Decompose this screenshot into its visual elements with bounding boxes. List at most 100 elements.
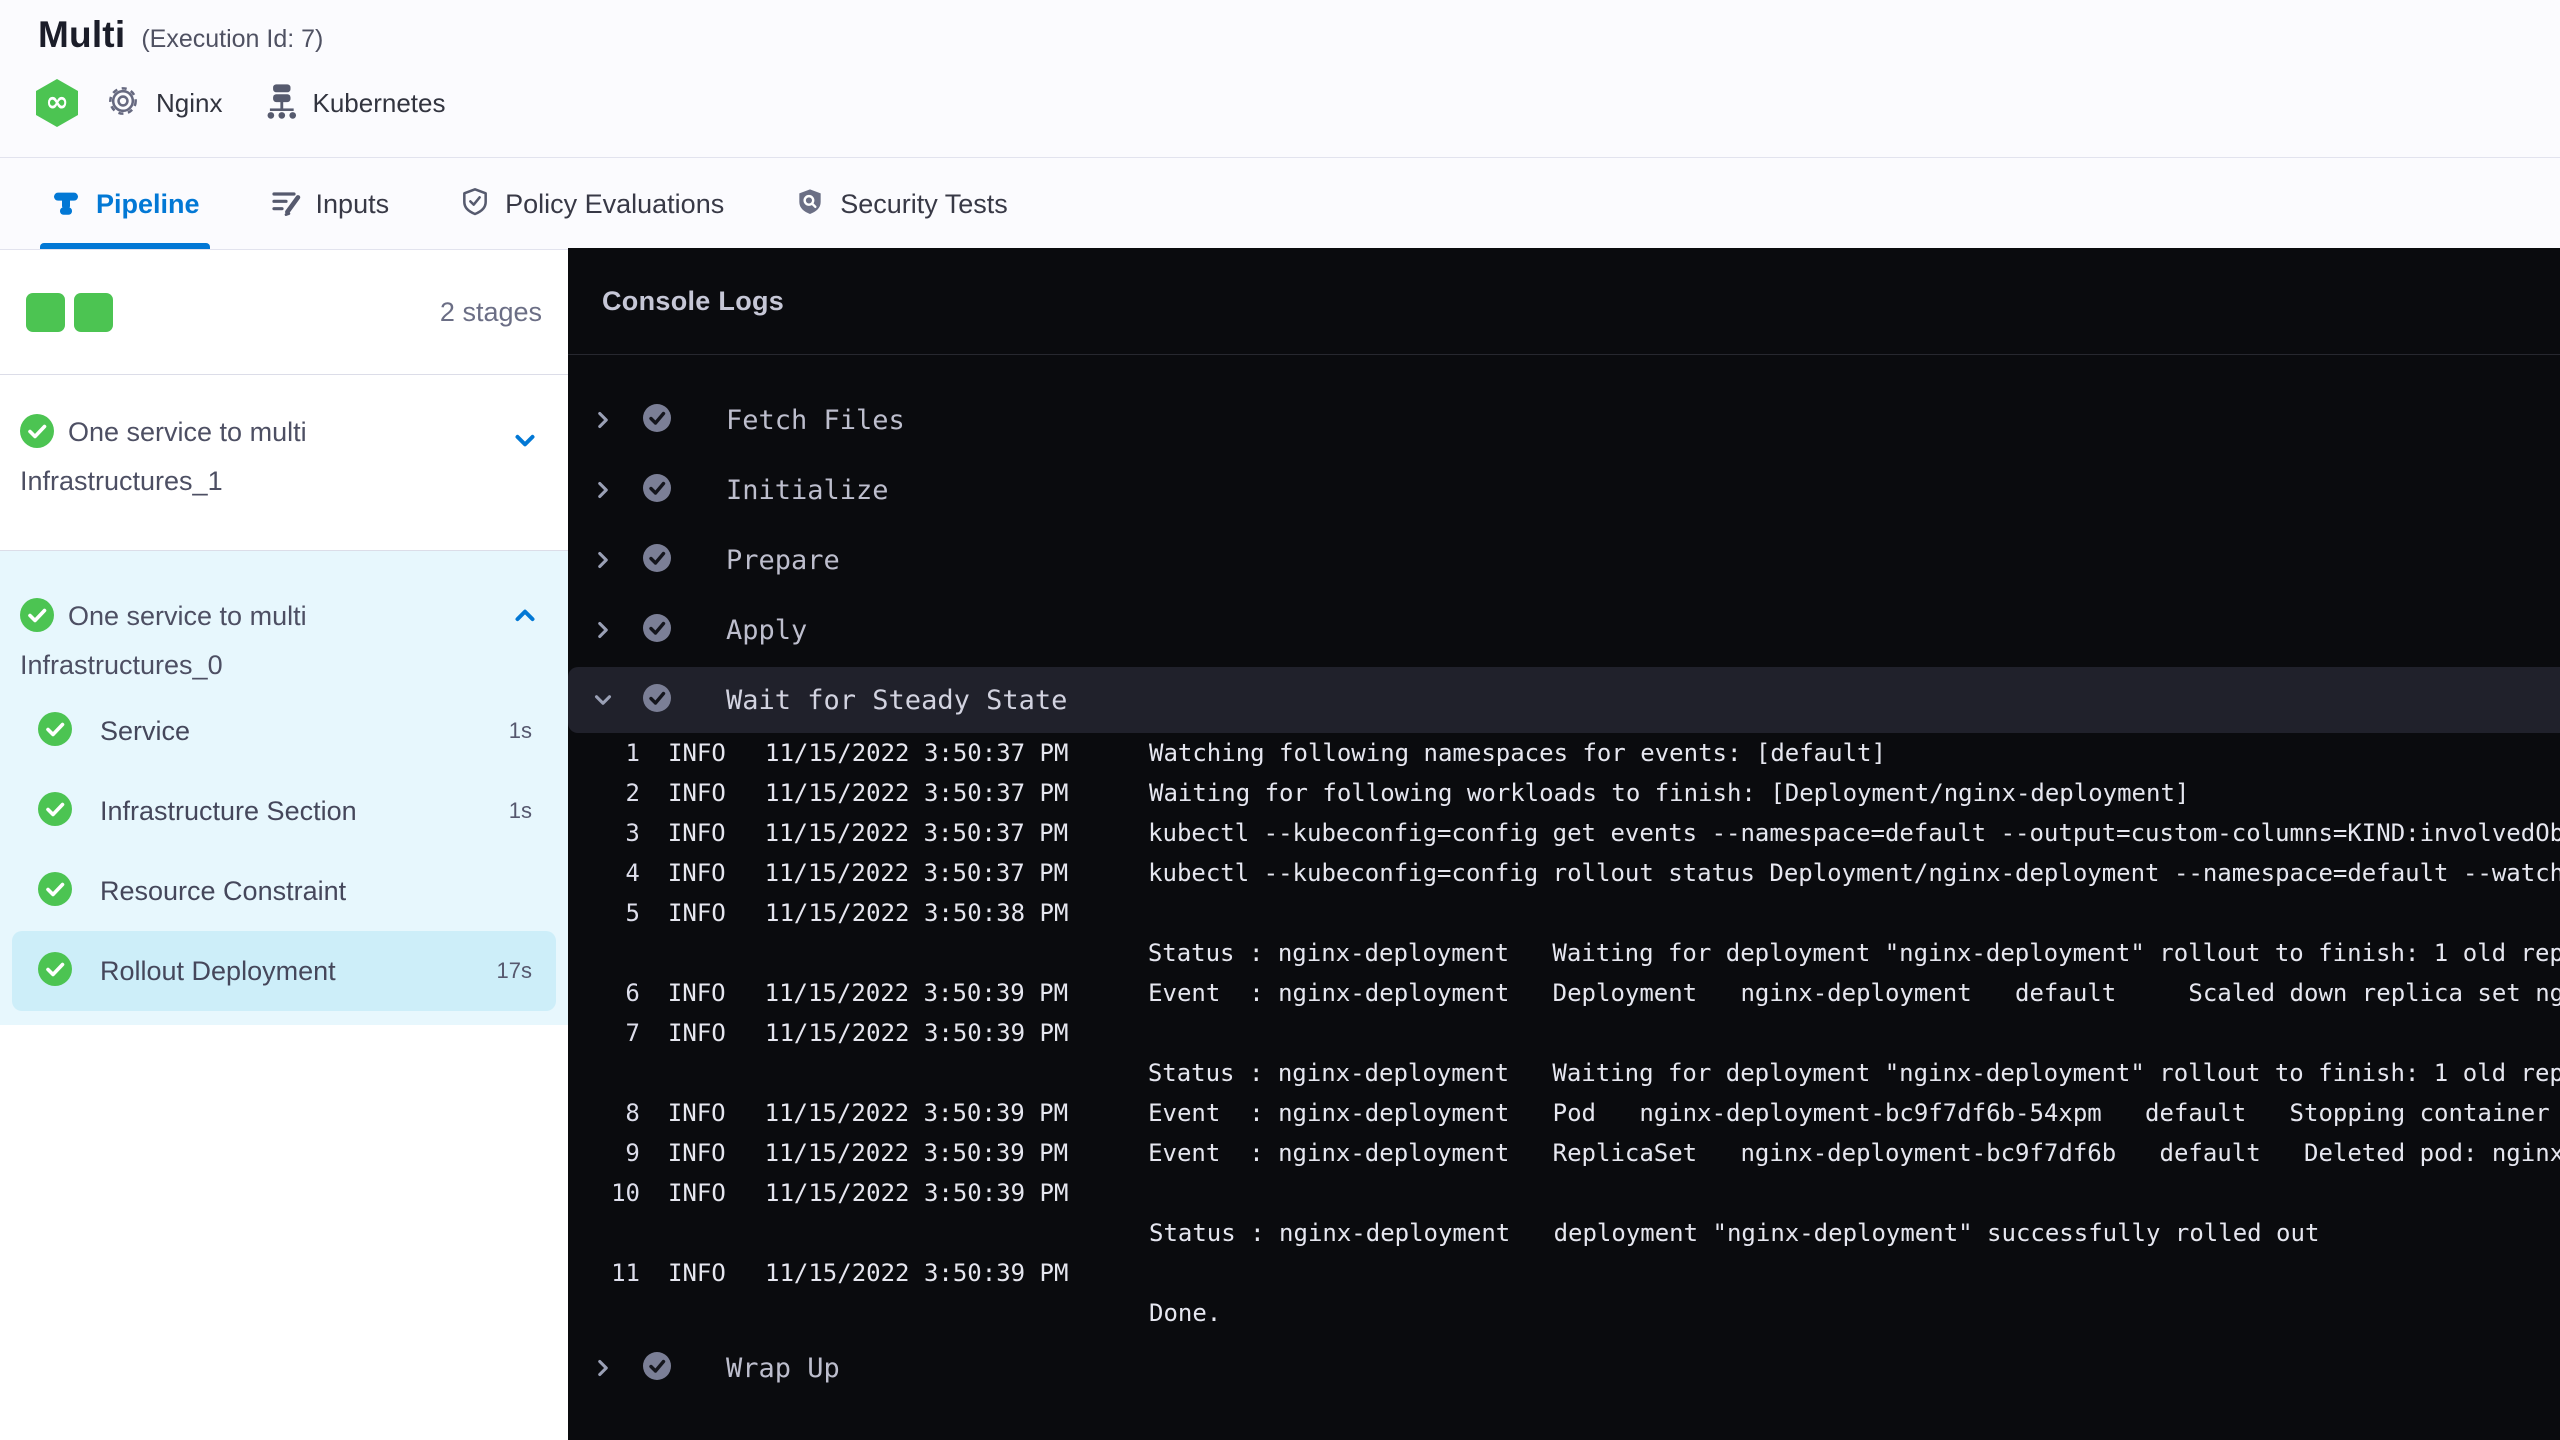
log-timestamp: 11/15/2022 3:50:39 PM [765,1179,1069,1207]
log-message: Event : nginx-deployment ReplicaSet ngin… [1148,1139,2560,1167]
log-section-fetch-files[interactable]: Fetch Files [568,385,2560,455]
log-level: INFO [668,779,726,807]
log-line-number: 2 [625,779,640,807]
chevron-right-icon[interactable] [590,547,616,573]
step-row-rollout-deployment[interactable]: Rollout Deployment 17s [12,931,556,1011]
console-log-row: Status : nginx-deployment Waiting for de… [568,1053,2560,1093]
log-message: Watching following namespaces for events… [1149,739,1886,767]
log-line-number: 11 [611,1259,640,1287]
tab-inputs[interactable]: Inputs [260,158,400,250]
log-message: Status : nginx-deployment Waiting for de… [1147,1059,2560,1087]
step-success-icon [641,541,673,578]
log-message: Event : nginx-deployment Pod nginx-deplo… [1148,1099,2560,1127]
stage-row-infrastructures-0[interactable]: One service to multi Infrastructures_0 [0,551,568,691]
tab-policy-evaluations[interactable]: Policy Evaluations [449,158,734,250]
service-name[interactable]: Nginx [156,88,222,119]
log-level: INFO [668,1259,726,1287]
log-timestamp: 11/15/2022 3:50:39 PM [764,1099,1069,1127]
step-label: Service [100,715,191,746]
log-timestamp: 11/15/2022 3:50:37 PM [765,779,1069,807]
log-message: Status : nginx-deployment Waiting for de… [1147,939,2560,967]
chevron-right-icon[interactable] [590,477,616,503]
chevron-right-icon[interactable] [590,407,616,433]
log-section-initialize[interactable]: Initialize [568,455,2560,525]
console-log-row: 7 INFO 11/15/2022 3:50:39 PM [568,1013,2560,1053]
log-level: INFO [668,1019,726,1047]
log-timestamp: 11/15/2022 3:50:39 PM [765,1259,1069,1287]
console-log-row: 6 INFO 11/15/2022 3:50:39 PM Event : ngi… [568,973,2560,1013]
tab-security-tests[interactable]: Security Tests [784,158,1018,250]
log-section-apply[interactable]: Apply [568,595,2560,665]
shield-check-icon [459,186,491,223]
log-message: Done. [1149,1299,1222,1327]
pipeline-icon [50,186,82,223]
execution-id: (Execution Id: 7) [141,25,324,53]
step-duration: 17s [496,958,532,983]
chevron-down-icon[interactable] [590,689,616,711]
console-log-row: 3 INFO 11/15/2022 3:50:37 PM kubectl --k… [568,813,2560,853]
log-timestamp: 11/15/2022 3:50:39 PM [765,1019,1069,1047]
tab-pipeline[interactable]: Pipeline [40,158,210,250]
log-line-number: 1 [625,739,640,767]
step-label: Rollout Deployment [100,955,336,986]
tab-policy-evaluations-label: Policy Evaluations [505,188,725,219]
step-duration: 1s [508,718,532,743]
step-duration: 1s [508,798,532,823]
log-section-wait-for-steady-state[interactable]: Wait for Steady State [568,667,2560,733]
inputs-icon [270,186,302,223]
chevron-up-icon[interactable] [510,601,540,636]
stage-count-label: 2 stages [439,296,542,327]
console-log-row: Status : nginx-deployment Waiting for de… [568,933,2560,973]
log-section-label: Apply [726,614,808,646]
step-row-resource-constraint[interactable]: Resource Constraint [12,851,556,931]
log-line-number: 10 [611,1179,640,1207]
log-level: INFO [667,1139,726,1167]
stage-status-square-1[interactable] [26,292,65,332]
console-log-row: 1 INFO 11/15/2022 3:50:37 PM Watching fo… [568,733,2560,773]
svg-text:∞: ∞ [45,85,68,118]
step-label: Resource Constraint [100,875,347,906]
console-log-lines: 1 INFO 11/15/2022 3:50:37 PM Watching fo… [568,733,2560,1333]
log-level: INFO [667,859,726,887]
tab-security-tests-label: Security Tests [840,188,1008,219]
log-line-number: 8 [625,1099,640,1127]
log-section-wrap-up[interactable]: Wrap Up [568,1333,2560,1403]
console-log-row: 2 INFO 11/15/2022 3:50:37 PM Waiting for… [568,773,2560,813]
step-success-icon [641,401,673,438]
page-header: Multi (Execution Id: 7) ∞ Nginx Kubernet… [0,0,2560,158]
step-label: Infrastructure Section [100,795,357,826]
log-timestamp: 11/15/2022 3:50:39 PM [764,979,1069,1007]
page-title: Multi [38,14,126,55]
chevron-right-icon[interactable] [590,617,616,643]
log-timestamp: 11/15/2022 3:50:39 PM [764,1139,1069,1167]
success-check-icon [18,412,56,460]
stages-summary: 2 stages [0,250,568,375]
stage-status-square-2[interactable] [74,292,113,332]
gear-icon [104,82,142,125]
stage-row-infrastructures-1[interactable]: One service to multi Infrastructures_1 [0,375,568,551]
log-line-number: 9 [625,1139,640,1167]
step-row-service[interactable]: Service 1s [12,691,556,771]
tab-inputs-label: Inputs [315,188,390,219]
log-message: kubectl --kubeconfig=config get events -… [1148,819,2560,847]
log-section-prepare[interactable]: Prepare [568,525,2560,595]
infrastructure-name[interactable]: Kubernetes [312,88,445,119]
log-section-label: Prepare [726,544,840,576]
title-row: Multi (Execution Id: 7) [38,14,323,56]
kubernetes-infrastructure-icon [262,81,300,126]
log-line-number: 6 [625,979,640,1007]
console-log-row: Done. [568,1293,2560,1333]
log-section-label: Fetch Files [726,404,905,436]
console-log-row: 11 INFO 11/15/2022 3:50:39 PM [568,1253,2560,1293]
chevron-down-icon[interactable] [510,425,540,460]
stage-name: One service to multi Infrastructures_0 [18,595,480,686]
log-message: kubectl --kubeconfig=config rollout stat… [1148,859,2560,887]
log-section-label: Wrap Up [726,1352,840,1384]
step-row-infrastructure-section[interactable]: Infrastructure Section 1s [12,771,556,851]
log-level: INFO [668,739,726,767]
log-level: INFO [668,1179,726,1207]
log-line-number: 7 [625,1019,640,1047]
console-logs-panel: Console Logs Fetch Files Initialize Prep… [568,248,2560,1440]
success-check-icon [36,869,74,911]
chevron-right-icon[interactable] [590,1355,616,1381]
